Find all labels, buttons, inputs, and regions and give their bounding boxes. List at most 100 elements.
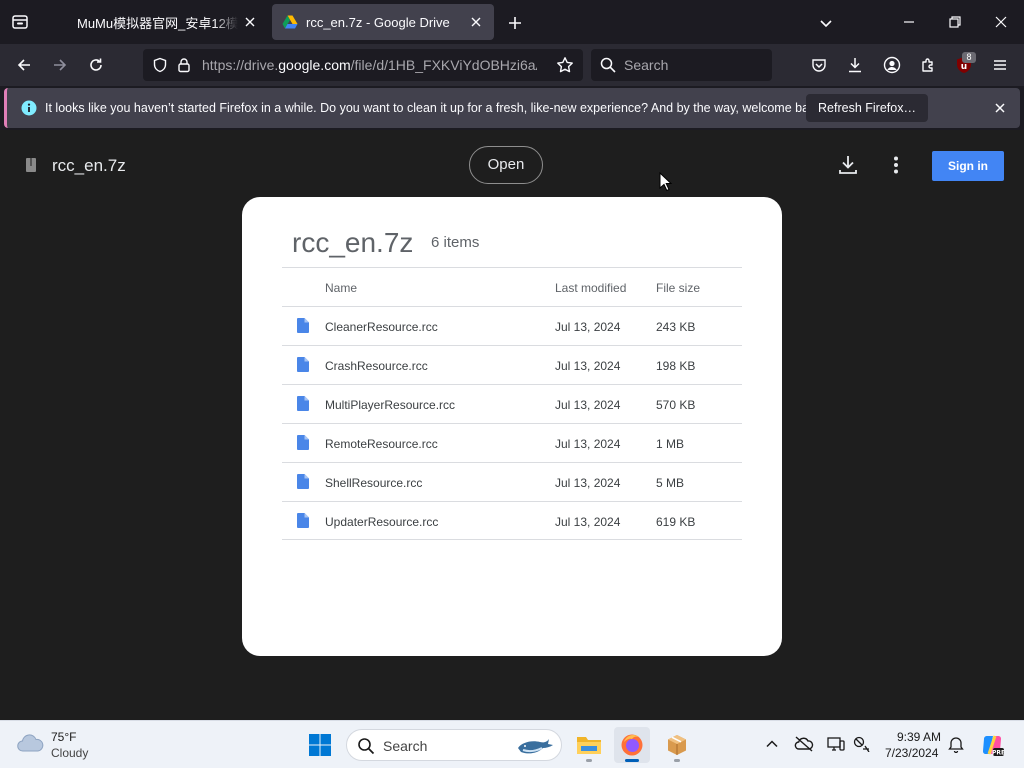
close-tab-icon[interactable] <box>464 10 488 34</box>
minimize-window-icon[interactable] <box>886 0 932 44</box>
document-file-icon <box>297 474 309 489</box>
navigation-toolbar: https://drive.google.com/file/d/1HB_FXKV… <box>0 44 1024 86</box>
reload-icon[interactable] <box>82 51 110 79</box>
table-row[interactable]: RemoteResource.rcc Jul 13, 2024 1 MB <box>282 423 742 462</box>
file-name: RemoteResource.rcc <box>325 437 438 451</box>
file-size: 1 MB <box>656 437 685 451</box>
downloads-icon[interactable] <box>841 51 869 79</box>
extension-count-badge: 8 <box>962 52 976 63</box>
display-settings-icon[interactable] <box>826 733 846 755</box>
file-name: ShellResource.rcc <box>325 476 423 490</box>
account-icon[interactable] <box>878 51 906 79</box>
document-file-icon <box>297 396 309 411</box>
weather-temperature[interactable]: 75°F <box>51 730 76 744</box>
show-hidden-icons-chevron-icon[interactable] <box>762 733 782 755</box>
file-size: 243 KB <box>656 320 696 334</box>
taskbar-search-placeholder: Search <box>383 738 428 754</box>
tracking-protection-shield-icon[interactable] <box>152 57 168 73</box>
archive-file-table: Name Last modified File size CleanerReso… <box>282 267 742 540</box>
table-row[interactable]: MultiPlayerResource.rcc Jul 13, 2024 570… <box>282 384 742 423</box>
file-modified: Jul 13, 2024 <box>555 515 621 529</box>
file-size: 5 MB <box>656 476 685 490</box>
google-drive-icon <box>282 14 298 30</box>
notification-bell-icon[interactable] <box>946 733 966 755</box>
info-icon <box>21 100 37 116</box>
list-all-tabs-chevron-icon[interactable] <box>814 11 838 35</box>
file-size: 570 KB <box>656 398 696 412</box>
file-name: MultiPlayerResource.rcc <box>325 398 456 412</box>
open-button[interactable]: Open <box>469 146 543 184</box>
document-file-icon <box>297 435 309 450</box>
notification-message: It looks like you haven’t started Firefo… <box>45 101 826 115</box>
file-modified: Jul 13, 2024 <box>555 359 621 373</box>
table-row[interactable]: ShellResource.rcc Jul 13, 2024 5 MB <box>282 462 742 501</box>
table-header-row: Name Last modified File size <box>282 267 742 306</box>
table-row[interactable]: CleanerResource.rcc Jul 13, 2024 243 KB <box>282 306 742 345</box>
tab-mumu[interactable]: MuMu模拟器官网_安卓12模拟器 <box>44 4 268 40</box>
extensions-puzzle-icon[interactable] <box>914 51 942 79</box>
clock-time[interactable]: 9:39 AM <box>897 730 941 744</box>
archive-contents-card: rcc_en.7z 6 items Name Last modified Fil… <box>242 197 782 656</box>
refresh-firefox-notification: It looks like you haven’t started Firefo… <box>4 88 1020 128</box>
app-menu-hamburger-icon[interactable] <box>986 51 1014 79</box>
url-prefix: https://drive. <box>202 57 279 73</box>
package-app-icon[interactable] <box>659 727 695 763</box>
search-bar[interactable]: Search <box>591 49 772 81</box>
search-icon <box>600 57 616 73</box>
tab-title: rcc_en.7z - Google Drive <box>306 14 450 30</box>
taskbar-search-box[interactable]: Search <box>346 729 562 761</box>
forward-arrow-icon[interactable] <box>46 51 74 79</box>
file-modified: Jul 13, 2024 <box>555 476 621 490</box>
search-placeholder: Search <box>624 57 669 73</box>
restore-window-icon[interactable] <box>932 0 978 44</box>
more-options-vertical-icon[interactable] <box>884 153 908 177</box>
search-highlight-whale-icon <box>515 734 557 758</box>
download-icon[interactable] <box>836 153 860 177</box>
cloudy-weather-icon[interactable] <box>16 732 44 754</box>
onedrive-offline-icon[interactable] <box>794 733 814 755</box>
windows-start-icon[interactable] <box>308 733 332 757</box>
close-tab-icon[interactable] <box>238 10 262 34</box>
file-name: CrashResource.rcc <box>325 359 428 373</box>
firefox-view-icon[interactable] <box>8 10 32 34</box>
file-explorer-icon[interactable] <box>571 727 607 763</box>
pocket-icon[interactable] <box>805 51 833 79</box>
file-size: 198 KB <box>656 359 696 373</box>
bookmark-star-icon[interactable] <box>556 56 574 74</box>
close-notification-icon[interactable] <box>992 100 1008 116</box>
file-modified: Jul 13, 2024 <box>555 320 621 334</box>
document-file-icon <box>297 318 309 333</box>
windows-taskbar: 75°F Cloudy Search 9:39 AM 7/23/2024 PRE <box>0 720 1024 768</box>
file-size: 619 KB <box>656 515 696 529</box>
archive-item-count: 6 items <box>431 234 480 251</box>
lock-icon[interactable] <box>176 57 192 73</box>
close-window-icon[interactable] <box>978 0 1024 44</box>
viewer-filename: rcc_en.7z <box>52 156 126 175</box>
new-tab-plus-icon[interactable] <box>503 11 527 35</box>
active-indicator <box>625 759 639 762</box>
firefox-taskbar-icon[interactable] <box>614 727 650 763</box>
document-file-icon <box>297 513 309 528</box>
address-bar[interactable]: https://drive.google.com/file/d/1HB_FXKV… <box>143 49 583 81</box>
column-header-file-size: File size <box>656 281 701 295</box>
mouse-pointer-icon <box>659 172 673 192</box>
weather-description[interactable]: Cloudy <box>51 746 88 760</box>
table-row[interactable]: UpdaterResource.rcc Jul 13, 2024 619 KB <box>282 501 742 540</box>
column-header-name: Name <box>325 281 358 295</box>
running-indicator <box>674 759 680 762</box>
url-text[interactable]: https://drive.google.com/file/d/1HB_FXKV… <box>202 57 537 73</box>
file-modified: Jul 13, 2024 <box>555 437 621 451</box>
tab-google-drive[interactable]: rcc_en.7z - Google Drive <box>272 4 494 40</box>
archive-file-icon <box>26 158 36 172</box>
sign-in-button[interactable]: Sign in <box>932 151 1004 181</box>
back-arrow-icon[interactable] <box>10 51 38 79</box>
svg-text:PRE: PRE <box>992 750 1004 757</box>
archive-title: rcc_en.7z <box>292 227 414 258</box>
clock-date[interactable]: 7/23/2024 <box>885 746 938 760</box>
drive-file-viewer: rcc_en.7z Open Sign in rcc_en.7z 6 items… <box>0 130 1024 720</box>
network-disconnected-icon[interactable] <box>852 733 872 755</box>
table-row[interactable]: CrashResource.rcc Jul 13, 2024 198 KB <box>282 345 742 384</box>
url-host: google.com <box>278 57 351 73</box>
refresh-firefox-button[interactable]: Refresh Firefox… <box>806 94 928 122</box>
copilot-icon[interactable]: PRE <box>980 733 1004 757</box>
